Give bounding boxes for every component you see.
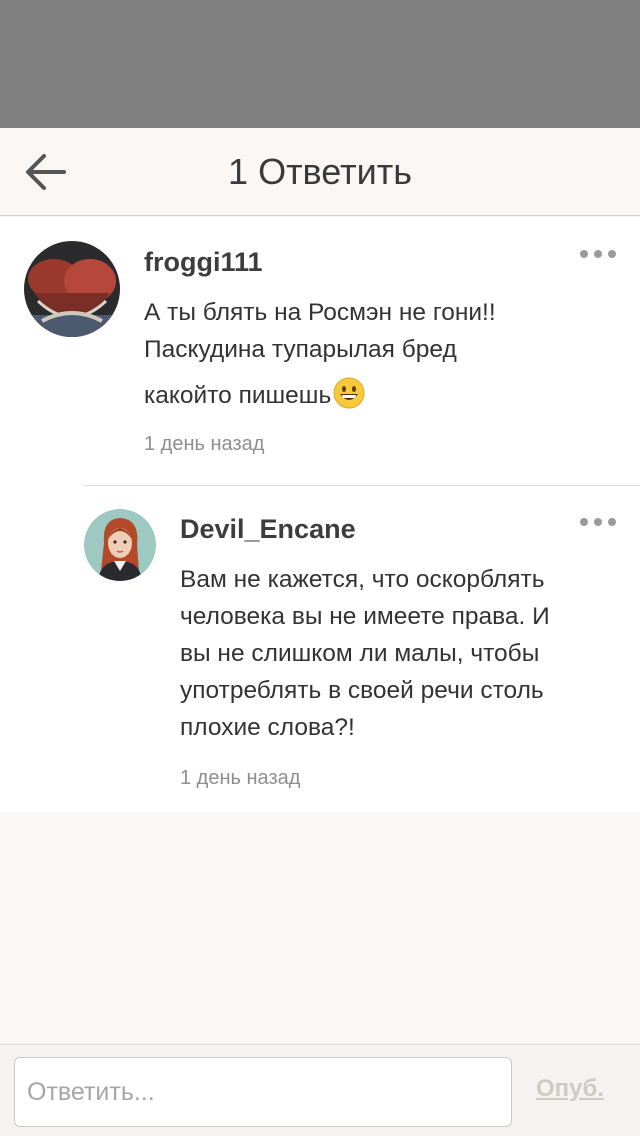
- comment-text-line: А ты блять на Росмэн не гони!!: [144, 299, 496, 326]
- reply-item: Devil_Encane Вам не кажется, что оскорбл…: [84, 486, 640, 812]
- comment-text-line: Паскудина тупарылая бред: [144, 336, 457, 363]
- comment-more-button[interactable]: [578, 244, 618, 264]
- comment-thread: froggi111 А ты блять на Росмэн не гони!!…: [0, 217, 640, 812]
- page-title: 1 Ответить: [228, 151, 412, 192]
- comment-text-line-with-emoji: какойто пишешь: [144, 377, 614, 414]
- nav-bar: 1 Ответить: [0, 128, 640, 216]
- reply-input[interactable]: [14, 1057, 512, 1127]
- comment-item: froggi111 А ты блять на Росмэн не гони!!…: [0, 217, 640, 485]
- reply-author[interactable]: Devil_Encane: [180, 514, 356, 545]
- comment-timestamp: 1 день назад: [144, 433, 265, 455]
- reply-composer: Опуб.: [0, 1044, 640, 1136]
- reply-text: Вам не кажется, что оскорблять человека …: [180, 566, 550, 741]
- comment-text: А ты блять на Росмэн не гони!! Паскудина…: [144, 294, 614, 414]
- reply-more-button[interactable]: [578, 512, 618, 532]
- status-bar: [0, 0, 640, 128]
- avatar[interactable]: [24, 241, 120, 337]
- grinning-face-emoji: [333, 377, 365, 409]
- avatar[interactable]: [84, 509, 156, 581]
- comment-text-line: какойто пишешь: [144, 382, 332, 409]
- reply-timestamp: 1 день назад: [180, 767, 301, 789]
- publish-button[interactable]: Опуб.: [536, 1075, 604, 1103]
- comment-author[interactable]: froggi111: [144, 247, 263, 278]
